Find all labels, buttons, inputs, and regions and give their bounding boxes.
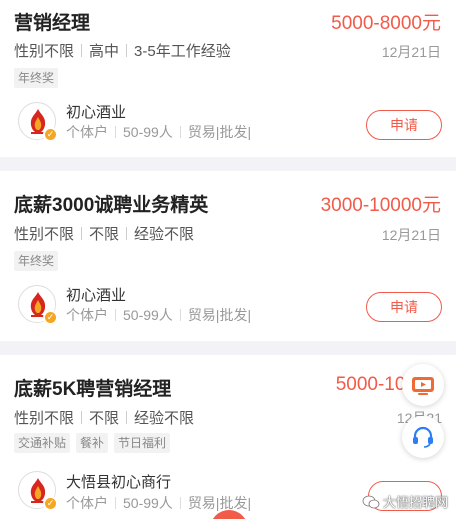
company-industry: 贸易|批发| — [187, 307, 252, 323]
req-gender: 性别不限 — [14, 410, 75, 427]
req-experience: 3-5年工作经验 — [134, 43, 231, 60]
company-size: 50-99人 — [123, 495, 173, 511]
benefit-tag: 节日福利 — [114, 433, 171, 453]
req-education: 高中 — [89, 43, 120, 60]
company-name: 大悟县初心商行 — [66, 474, 172, 491]
company-info: 个体户 50-99人 贸易|批发| — [66, 305, 251, 325]
verified-badge-icon: ✓ — [43, 496, 58, 511]
job-requirements: 性别不限 不限 经验不限 — [14, 223, 194, 244]
req-gender: 性别不限 — [14, 226, 75, 243]
company-industry: 贸易|批发| — [187, 495, 252, 511]
company-size: 50-99人 — [123, 124, 173, 140]
company-size: 50-99人 — [123, 307, 173, 323]
job-requirements: 性别不限 不限 经验不限 — [14, 407, 194, 428]
company-type: 个体户 — [66, 307, 108, 323]
benefit-tag: 交通补贴 — [14, 433, 71, 453]
benefit-tag: 餐补 — [76, 433, 109, 453]
live-tv-button[interactable] — [402, 364, 444, 406]
verified-badge-icon: ✓ — [43, 127, 58, 142]
benefit-tags: 年终奖 — [14, 68, 59, 88]
company-industry: 贸易|批发| — [187, 124, 252, 140]
watermark: 大悟招聘网 — [362, 492, 448, 511]
post-date: 12月21日 — [381, 44, 441, 60]
job-salary: 5000-8000元 — [331, 13, 441, 34]
job-requirements: 性别不限 高中 3-5年工作经验 — [14, 40, 231, 61]
company-logo: ✓ — [18, 471, 58, 511]
req-experience: 经验不限 — [134, 226, 195, 243]
verified-badge-icon: ✓ — [43, 310, 58, 325]
benefit-tag: 年终奖 — [14, 251, 59, 271]
company-name: 初心酒业 — [66, 287, 127, 304]
watermark-text: 大悟招聘网 — [382, 495, 448, 510]
job-title: 营销经理 — [14, 13, 91, 34]
company-logo: ✓ — [18, 285, 58, 325]
job-title: 底薪5K聘营销经理 — [14, 379, 172, 400]
job-title: 底薪3000诚聘业务精英 — [14, 195, 209, 216]
req-education: 不限 — [89, 226, 120, 243]
customer-service-button[interactable] — [402, 416, 444, 458]
company-info: 个体户 50-99人 贸易|批发| — [66, 122, 251, 142]
job-card[interactable]: 底薪3000诚聘业务精英 3000-10000元 性别不限 不限 经验不限 12… — [0, 171, 456, 341]
apply-button[interactable]: 申请 — [366, 110, 442, 140]
benefit-tag: 年终奖 — [14, 68, 59, 88]
job-card[interactable]: 营销经理 5000-8000元 性别不限 高中 3-5年工作经验 12月21日 … — [0, 0, 456, 157]
headset-icon — [413, 426, 433, 448]
req-experience: 经验不限 — [134, 410, 195, 427]
wechat-icon — [362, 495, 380, 508]
company-type: 个体户 — [66, 495, 108, 511]
apply-button[interactable]: 申请 — [366, 292, 442, 322]
tv-icon — [412, 377, 434, 395]
post-date: 12月21日 — [381, 227, 441, 243]
company-logo: ✓ — [18, 102, 58, 142]
job-salary: 3000-10000元 — [320, 195, 441, 216]
benefit-tags: 年终奖 — [14, 251, 59, 271]
req-education: 不限 — [89, 410, 120, 427]
req-gender: 性别不限 — [14, 43, 75, 60]
company-type: 个体户 — [66, 124, 108, 140]
company-name: 初心酒业 — [66, 104, 127, 121]
benefit-tags: 交通补贴 餐补 节日福利 — [14, 433, 171, 453]
